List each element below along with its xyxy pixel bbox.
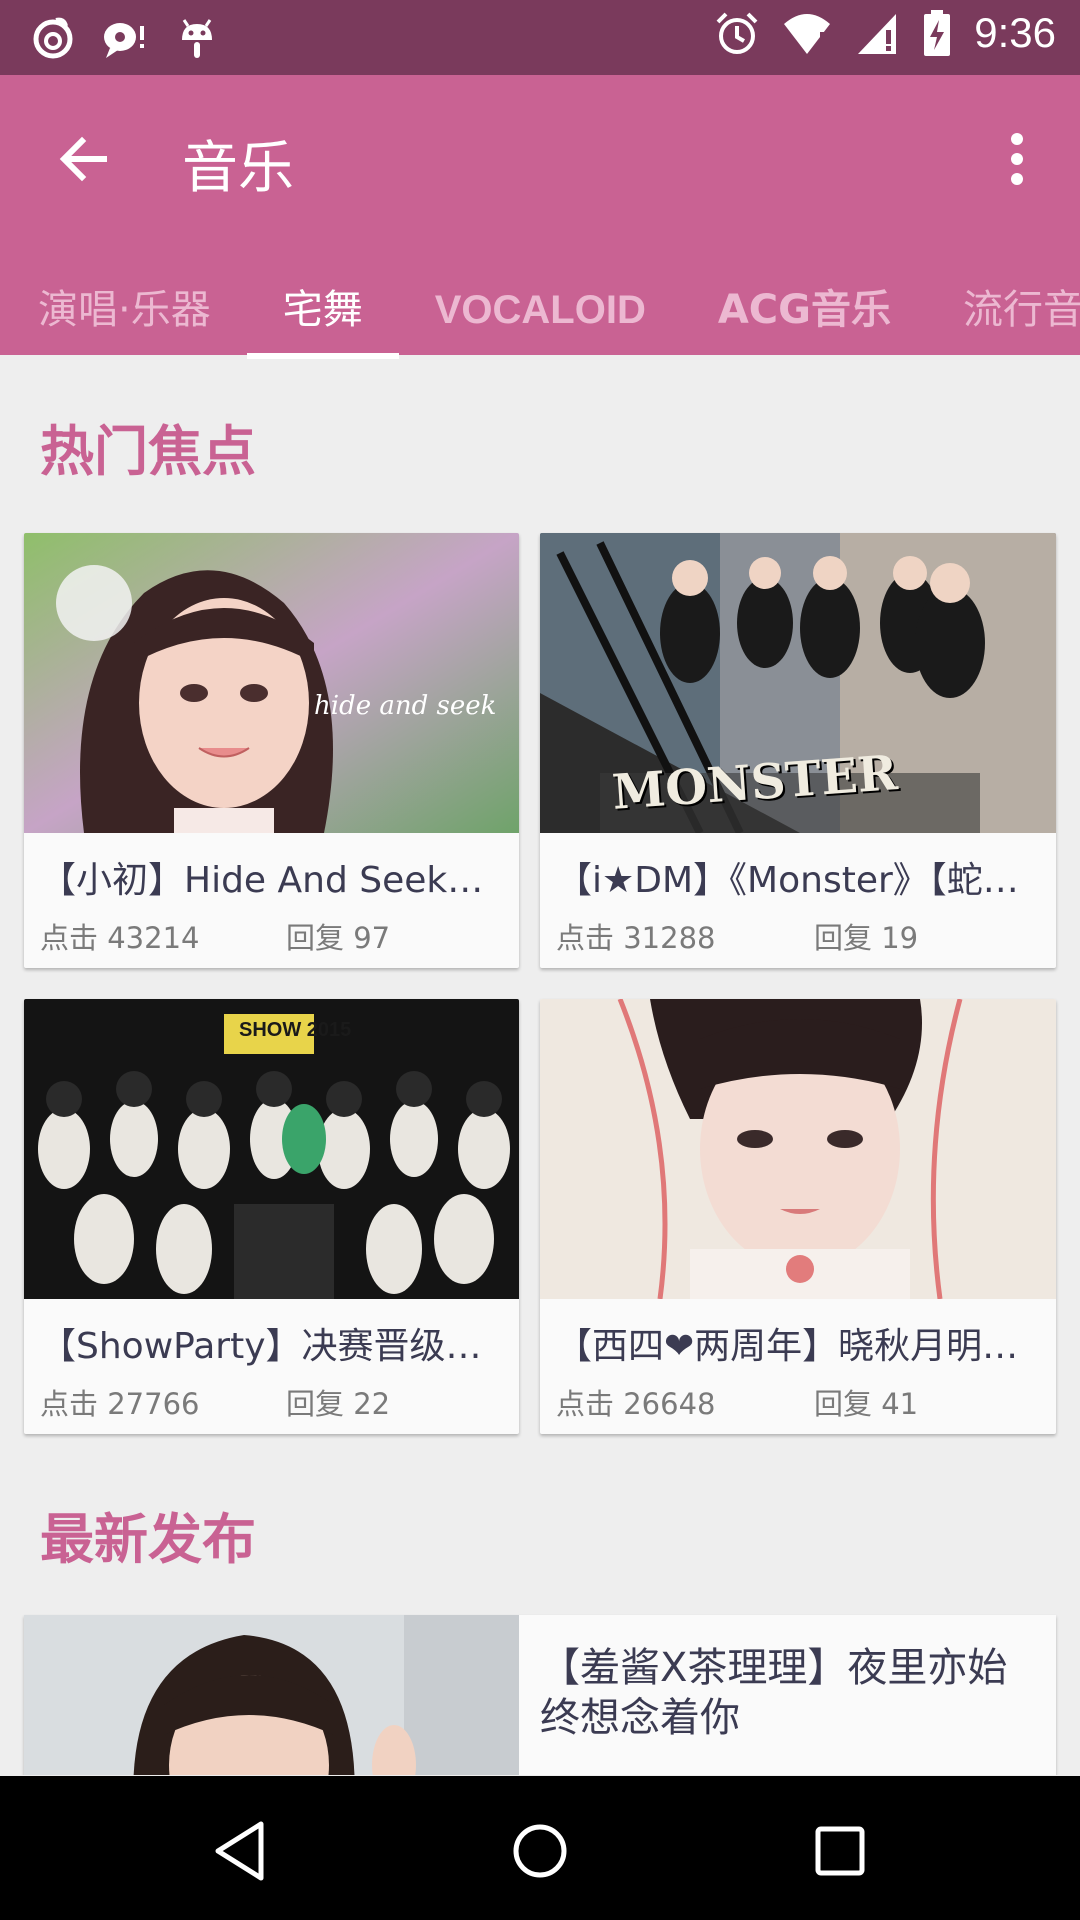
video-thumbnail — [24, 1615, 519, 1775]
chat-notification-icon — [104, 23, 144, 58]
video-thumbnail — [540, 999, 1056, 1299]
status-bar: 9:36 — [0, 0, 1080, 75]
click-count: 点击 27766 — [40, 1387, 200, 1421]
thumbnail-caption: SHOW 2015 — [239, 1019, 352, 1041]
nav-recents-icon[interactable] — [805, 1816, 875, 1886]
reply-count: 回复 41 — [814, 1387, 919, 1421]
video-title: 【i★DM】《Monster》【蛇… — [556, 860, 1019, 901]
status-time: 9:36 — [974, 9, 1056, 56]
wifi-icon — [784, 14, 831, 54]
list-item-title: 【羞酱X茶理理】夜里亦始终想念着你 — [540, 1645, 1008, 1741]
video-title: 【ShowParty】决赛晋级选… — [40, 1326, 495, 1367]
tab-singing[interactable]: 演唱·乐器 — [0, 265, 247, 355]
reply-count: 回复 22 — [286, 1387, 391, 1421]
nav-home-icon[interactable] — [505, 1816, 575, 1886]
tab-vocaloid[interactable]: VOCALOID — [399, 265, 682, 355]
video-thumbnail: hide and seek — [24, 533, 519, 833]
netease-music-icon — [33, 17, 73, 59]
video-title: 【小初】Hide And Seek☆… — [40, 860, 495, 901]
video-card[interactable]: SHOW 2015 【ShowParty】决赛晋级选… 点击 27766 回复 … — [24, 999, 519, 1434]
tab-pop-music[interactable]: 流行音乐 — [927, 265, 1080, 355]
battery-charging-icon — [924, 10, 951, 56]
more-vert-icon[interactable] — [992, 127, 1042, 191]
tab-acg-music[interactable]: ACG音乐 — [682, 265, 927, 355]
app-bar: 音乐 演唱·乐器 宅舞 VOCALOID ACG音乐 流行音乐 — [0, 75, 1080, 359]
tab-otaku-dance[interactable]: 宅舞 — [246, 265, 399, 359]
navigation-bar — [0, 1776, 1080, 1920]
list-item[interactable]: 【羞酱X茶理理】夜里亦始终想念着你 — [24, 1615, 1056, 1775]
latest-section-title: 最新发布 — [40, 1508, 256, 1571]
video-title: 【西四❤两周年】晓秋月明… — [556, 1326, 1019, 1367]
click-count: 点击 26648 — [556, 1387, 716, 1421]
signal-icon — [858, 14, 897, 54]
android-icon — [182, 19, 212, 58]
reply-count: 回复 19 — [814, 921, 919, 955]
content-scroll[interactable]: 热门焦点 hide and seek 【小初】Hide And Seek☆… 点… — [0, 355, 1080, 1775]
reply-count: 回复 97 — [286, 921, 391, 955]
hot-section-title: 热门焦点 — [40, 420, 256, 483]
video-thumbnail: SHOW 2015 — [24, 999, 519, 1299]
arrow-back-icon[interactable] — [52, 127, 116, 191]
page-title: 音乐 — [182, 136, 294, 201]
video-card[interactable]: MONSTER 【i★DM】《Monster》【蛇… 点击 31288 回复 1… — [540, 533, 1056, 968]
video-thumbnail: MONSTER — [540, 533, 1056, 833]
video-card[interactable]: 【西四❤两周年】晓秋月明… 点击 26648 回复 41 — [540, 999, 1056, 1434]
click-count: 点击 43214 — [40, 921, 200, 955]
thumbnail-caption: hide and seek — [314, 691, 497, 721]
category-tabs: 演唱·乐器 宅舞 VOCALOID ACG音乐 流行音乐 — [0, 265, 1080, 359]
nav-back-icon[interactable] — [206, 1816, 276, 1886]
click-count: 点击 31288 — [556, 921, 716, 955]
alarm-icon — [716, 12, 758, 54]
video-card[interactable]: hide and seek 【小初】Hide And Seek☆… 点击 432… — [24, 533, 519, 968]
